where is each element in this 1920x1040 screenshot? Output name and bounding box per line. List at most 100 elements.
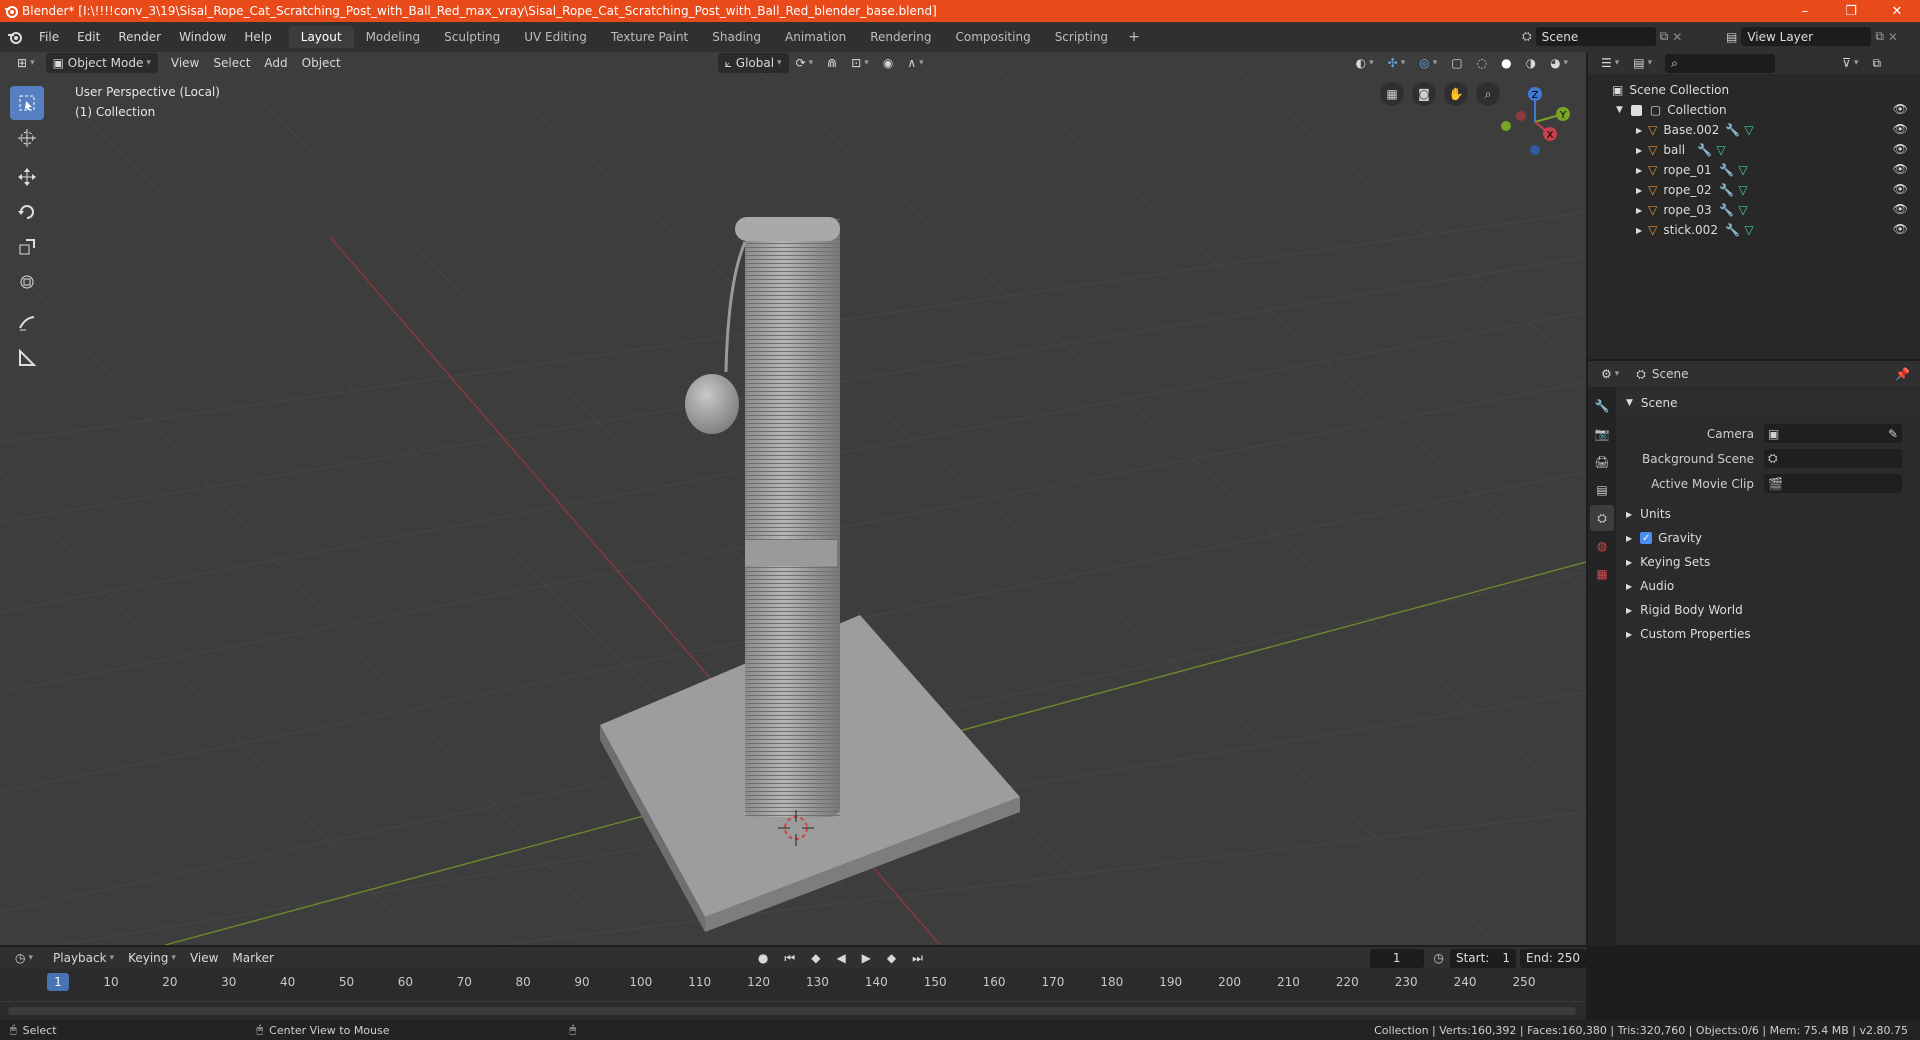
play-icon[interactable]: ▶: [855, 948, 878, 968]
transform-orientation-dropdown[interactable]: ⟀ Global ▾: [717, 53, 789, 73]
wireframe-shading-icon[interactable]: ◌: [1470, 53, 1494, 73]
eye-icon[interactable]: 👁: [1893, 162, 1908, 176]
close-button[interactable]: ✕: [1874, 0, 1920, 22]
transform-tool-icon[interactable]: [10, 265, 44, 299]
jump-start-icon[interactable]: ⏮: [777, 948, 802, 968]
mesh-data-icon[interactable]: ▽: [1744, 123, 1753, 137]
tab-texture-paint[interactable]: Texture Paint: [599, 26, 700, 48]
expand-arrow-icon[interactable]: ▶: [1636, 186, 1642, 195]
delete-scene-icon[interactable]: ✕: [1672, 30, 1682, 44]
timeline-editor[interactable]: ◷ ▾ Playback ▾ Keying ▾ View Marker ● ⏮ ◆ ◀…: [0, 947, 1587, 1027]
outliner-item-stick[interactable]: ▶ ▽ stick.002 🔧 ▽ 👁: [1588, 220, 1920, 240]
annotate-tool-icon[interactable]: [10, 306, 44, 340]
preview-range-clock-icon[interactable]: ◷: [1434, 951, 1444, 965]
eye-icon[interactable]: 👁: [1893, 102, 1908, 116]
timeline-scrollbar[interactable]: [8, 1007, 1576, 1015]
eye-icon[interactable]: 👁: [1893, 122, 1908, 136]
start-frame-field[interactable]: Start: 1: [1449, 948, 1516, 968]
menu-select[interactable]: Select: [206, 53, 257, 73]
gravity-panel-header[interactable]: ▶ ✓ Gravity: [1616, 526, 1920, 550]
scene-collection-row[interactable]: ▣ Scene Collection: [1588, 80, 1920, 100]
background-scene-field[interactable]: ⛭: [1764, 449, 1902, 468]
proportional-edit-icon[interactable]: ◉: [876, 53, 900, 73]
custom-properties-panel-header[interactable]: ▶ Custom Properties: [1616, 622, 1920, 646]
cursor-tool-icon[interactable]: [10, 121, 44, 155]
tab-compositing[interactable]: Compositing: [943, 26, 1042, 48]
output-properties-icon[interactable]: 🖨: [1590, 449, 1614, 475]
rotate-tool-icon[interactable]: [10, 195, 44, 229]
tab-uv-editing[interactable]: UV Editing: [512, 26, 599, 48]
menu-keying[interactable]: Keying ▾: [121, 948, 183, 968]
modifier-wrench-icon[interactable]: 🔧: [1725, 123, 1740, 137]
outliner-item-base[interactable]: ▶ ▽ Base.002 🔧 ▽ 👁: [1588, 120, 1920, 140]
mesh-data-icon[interactable]: ▽: [1738, 163, 1747, 177]
menu-window[interactable]: Window: [170, 30, 235, 44]
mesh-data-icon[interactable]: ▽: [1738, 183, 1747, 197]
modifier-wrench-icon[interactable]: 🔧: [1697, 143, 1712, 157]
menu-view[interactable]: View: [164, 53, 206, 73]
minimize-button[interactable]: –: [1782, 0, 1828, 22]
camera-field[interactable]: ▣ ✎: [1764, 424, 1902, 443]
frame-ruler[interactable]: 1 10 20 30 40 50 60 70 80 90 100 110 120 130 140 150 160…: [0, 971, 1586, 993]
gravity-checkbox[interactable]: ✓: [1640, 532, 1653, 544]
render-properties-icon[interactable]: 📷: [1590, 421, 1614, 447]
tool-properties-icon[interactable]: 🔧: [1590, 393, 1614, 419]
menu-object[interactable]: Object: [295, 53, 348, 73]
menu-playback[interactable]: Playback ▾: [46, 948, 121, 968]
timeline-editor-type-icon[interactable]: ◷ ▾: [8, 948, 40, 968]
outliner-search-input[interactable]: ⌕: [1665, 53, 1776, 73]
tab-shading[interactable]: Shading: [700, 26, 773, 48]
view-layer-icon[interactable]: ▤: [1726, 30, 1737, 44]
solid-shading-icon[interactable]: ●: [1494, 53, 1518, 73]
movie-clip-field[interactable]: 🎬: [1764, 474, 1902, 493]
properties-editor-type-icon[interactable]: ⚙ ▾: [1594, 364, 1626, 384]
axis-navigation-gizmo[interactable]: Z Y X: [1495, 82, 1575, 162]
camera-view-icon[interactable]: ◙: [1412, 82, 1436, 106]
add-workspace-button[interactable]: +: [1120, 29, 1148, 45]
eye-icon[interactable]: 👁: [1893, 142, 1908, 156]
mesh-data-icon[interactable]: ▽: [1744, 223, 1753, 237]
view-layer-properties-icon[interactable]: ▤: [1590, 477, 1614, 503]
zoom-view-icon[interactable]: ⌕: [1476, 82, 1500, 106]
record-icon[interactable]: ●: [751, 948, 775, 968]
keying-sets-panel-header[interactable]: ▶ Keying Sets: [1616, 550, 1920, 574]
move-tool-icon[interactable]: [10, 160, 44, 194]
mesh-data-icon[interactable]: ▽: [1716, 143, 1725, 157]
filter-icon[interactable]: ⊽ ▾: [1835, 53, 1865, 73]
outliner-item-rope-01[interactable]: ▶ ▽ rope_01 🔧 ▽ 👁: [1588, 160, 1920, 180]
prev-keyframe-icon[interactable]: ◆: [804, 948, 827, 968]
expand-arrow-icon[interactable]: ▶: [1636, 226, 1642, 235]
modifier-wrench-icon[interactable]: 🔧: [1719, 183, 1734, 197]
modifier-wrench-icon[interactable]: 🔧: [1719, 203, 1734, 217]
collection-checkbox[interactable]: [1630, 104, 1642, 116]
tab-rendering[interactable]: Rendering: [858, 26, 943, 48]
tab-layout[interactable]: Layout: [288, 26, 354, 48]
menu-file[interactable]: File: [30, 30, 68, 44]
outliner-item-rope-02[interactable]: ▶ ▽ rope_02 🔧 ▽ 👁: [1588, 180, 1920, 200]
play-reverse-icon[interactable]: ◀: [829, 948, 852, 968]
menu-marker[interactable]: Marker: [225, 948, 280, 968]
eye-icon[interactable]: 👁: [1893, 182, 1908, 196]
new-collection-icon[interactable]: ⧉: [1866, 53, 1889, 73]
delete-view-layer-icon[interactable]: ✕: [1888, 30, 1898, 44]
scene-icon[interactable]: ⛭: [1522, 29, 1532, 44]
tab-scripting[interactable]: Scripting: [1043, 26, 1120, 48]
eyedropper-icon[interactable]: ✎: [1888, 427, 1898, 441]
units-panel-header[interactable]: ▶ Units: [1616, 502, 1920, 526]
current-frame-field[interactable]: 1: [1369, 948, 1424, 968]
pin-icon[interactable]: 📌: [1895, 367, 1910, 381]
new-view-layer-icon[interactable]: ⧉: [1875, 29, 1884, 44]
rigid-body-world-panel-header[interactable]: ▶ Rigid Body World: [1616, 598, 1920, 622]
overlay-toggle-icon[interactable]: ◎ ▾: [1412, 53, 1444, 73]
menu-timeline-view[interactable]: View: [183, 948, 225, 968]
pivot-point-icon[interactable]: ⟳ ▾: [789, 53, 821, 73]
tab-modeling[interactable]: Modeling: [354, 26, 433, 48]
measure-tool-icon[interactable]: [10, 341, 44, 375]
view-layer-field[interactable]: View Layer: [1741, 27, 1872, 46]
expand-arrow-icon[interactable]: ▶: [1636, 166, 1642, 175]
neg-z-gizmo-ball[interactable]: [1530, 145, 1540, 155]
collapse-arrow-icon[interactable]: ▼: [1616, 105, 1623, 115]
proportional-falloff-icon[interactable]: ∧ ▾: [900, 53, 930, 73]
outliner-editor-type-icon[interactable]: ☰ ▾: [1594, 53, 1626, 73]
expand-arrow-icon[interactable]: ▶: [1636, 126, 1642, 135]
